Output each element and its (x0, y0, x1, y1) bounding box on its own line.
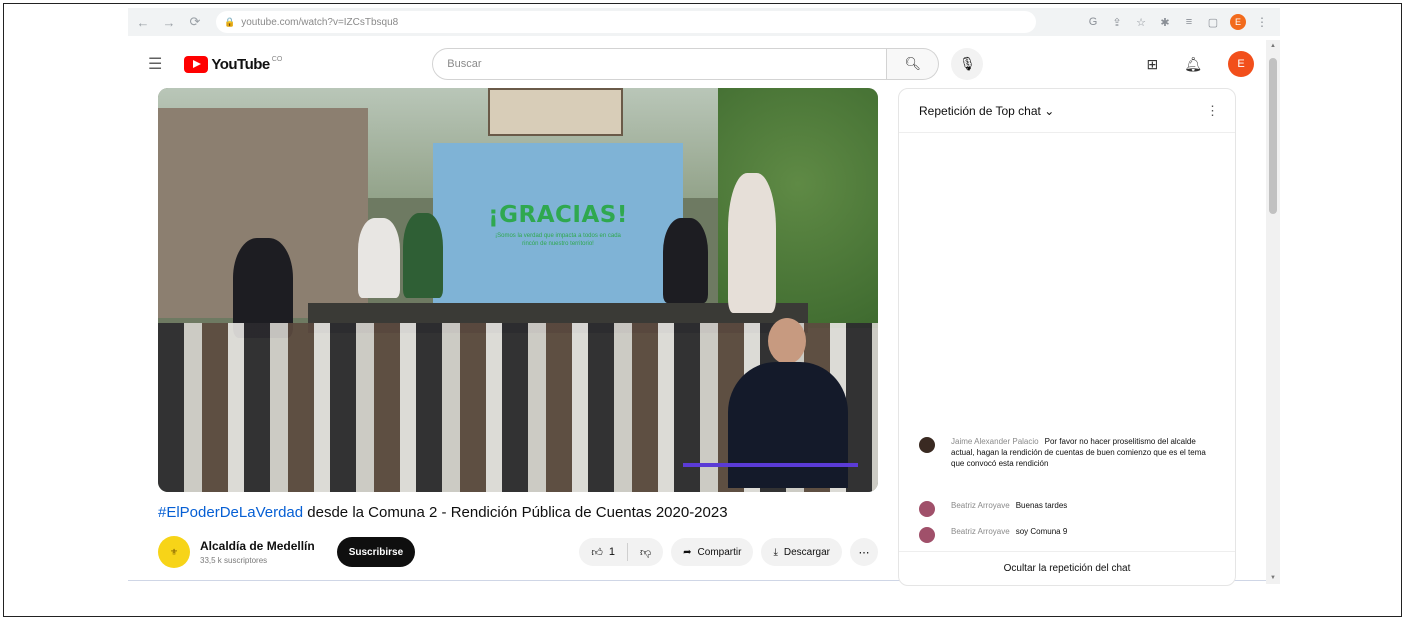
channel-avatar[interactable]: ⚜ (158, 536, 190, 568)
back-icon[interactable]: ← (132, 11, 154, 33)
google-lens-icon[interactable]: G (1086, 16, 1100, 28)
share-label: Compartir (697, 546, 742, 558)
share-arrow-icon: ➦ (683, 546, 692, 558)
like-count: 1 (608, 546, 615, 558)
chevron-down-icon: ⌄ (1044, 103, 1055, 118)
download-button[interactable]: ⤓ Descargar (761, 538, 842, 566)
header-actions: ⊞ 🔔︎ E (1146, 51, 1266, 77)
chat-message-text: Beatriz Arroyave soy Comuna 9 (951, 527, 1067, 538)
page-scrollbar[interactable]: ▲ ▼ (1266, 40, 1280, 584)
browser-toolbar: ← → ⟳ 🔒 youtube.com/watch?v=IZCsTbsqu8 G… (128, 8, 1280, 36)
basketball-backboard (488, 88, 623, 136)
country-code: CO (271, 55, 283, 63)
chat-menu-icon[interactable]: ⋮ (1206, 103, 1219, 119)
more-actions-button[interactable]: ⋯ (850, 538, 878, 566)
thumbs-down-icon: 👎︎ (639, 546, 652, 559)
search-icon: 🔍︎ (904, 56, 922, 71)
chat-author-name[interactable]: Beatriz Arroyave (951, 527, 1010, 536)
chat-mode-dropdown[interactable]: Repetición de Top chat ⌄ (919, 104, 1054, 118)
hide-chat-replay-button[interactable]: Ocultar la repetición del chat (899, 551, 1235, 585)
browser-menu-icon[interactable]: ⋮ (1256, 15, 1268, 29)
url-text: youtube.com/watch?v=IZCsTbsqu8 (241, 16, 399, 28)
chat-author-avatar[interactable] (919, 527, 935, 543)
channel-name[interactable]: Alcaldía de Medellín (200, 539, 315, 553)
browser-extensions: G ⇪ ☆ ✱ ≡ ▢ E ⋮ (1086, 14, 1280, 30)
reading-list-icon[interactable]: ≡ (1182, 16, 1196, 28)
extension-puzzle-icon[interactable]: ✱ (1158, 16, 1172, 29)
search-bar: Buscar 🔍︎ 🎙︎ (432, 48, 984, 80)
seated-panelist (358, 218, 400, 298)
chat-message-body: soy Comuna 9 (1015, 527, 1068, 536)
scrollbar-thumb[interactable] (1269, 58, 1277, 214)
account-avatar[interactable]: E (1228, 51, 1254, 77)
side-panel-icon[interactable]: ▢ (1206, 16, 1220, 29)
chat-author-name[interactable]: Beatriz Arroyave (951, 501, 1010, 510)
screen-title: ¡GRACIAS! (488, 202, 628, 229)
download-icon: ⤓ (773, 546, 778, 558)
subscribe-button[interactable]: Suscribirse (336, 537, 416, 567)
seated-panelist (663, 218, 708, 303)
chat-message: Beatriz Arroyave Buenas tardes (919, 501, 1209, 517)
chat-author-avatar[interactable] (919, 501, 935, 517)
chat-message-text: Beatriz Arroyave Buenas tardes (951, 501, 1067, 512)
chat-message-body: Buenas tardes (1015, 501, 1068, 510)
lock-icon: 🔒 (224, 16, 236, 27)
video-player[interactable]: ¡GRACIAS! ¡Somos la verdad que impacta a… (158, 88, 878, 492)
microphone-icon: 🎙︎ (959, 56, 976, 71)
voice-search-button[interactable]: 🎙︎ (951, 48, 984, 80)
interpreter-bar (683, 463, 858, 467)
chat-message: Jaime Alexander Palacio Por favor no hace… (919, 437, 1209, 469)
channel-info: Alcaldía de Medellín 33,5 k suscriptores (200, 539, 315, 565)
scroll-up-icon[interactable]: ▲ (1270, 43, 1276, 49)
notifications-bell-icon[interactable]: 🔔︎ (1184, 56, 1202, 73)
more-horizontal-icon: ⋯ (858, 546, 870, 559)
address-bar[interactable]: 🔒 youtube.com/watch?v=IZCsTbsqu8 (216, 11, 1036, 33)
youtube-header: ☰ YouTube CO Buscar 🔍︎ 🎙︎ ⊞ 🔔︎ E (128, 40, 1266, 88)
chat-author-avatar[interactable] (919, 437, 935, 453)
browser-profile-avatar[interactable]: E (1230, 14, 1246, 30)
speaker-at-podium (728, 173, 776, 313)
live-chat-panel: Repetición de Top chat ⌄ ⋮ Jaime Alexand… (898, 88, 1236, 586)
youtube-play-icon (184, 55, 209, 73)
video-title: #ElPoderDeLaVerdad desde la Comuna 2 - R… (158, 504, 728, 521)
create-video-icon[interactable]: ⊞ (1146, 56, 1158, 73)
projection-screen: ¡GRACIAS! ¡Somos la verdad que impacta a… (433, 143, 683, 308)
youtube-wordmark: YouTube (211, 55, 270, 73)
chat-author-name[interactable]: Jaime Alexander Palacio (951, 437, 1039, 446)
seated-panelist (403, 213, 443, 298)
chat-header: Repetición de Top chat ⌄ ⋮ (899, 89, 1235, 133)
video-actions: 👍︎ 1 👎︎ ➦ Compartir ⤓ Descargar ⋯ (579, 538, 878, 566)
search-button[interactable]: 🔍︎ (887, 48, 940, 80)
screen-subtitle: ¡Somos la verdad que impacta a todos en … (495, 233, 621, 247)
hamburger-menu-icon[interactable]: ☰ (148, 54, 162, 74)
like-dislike-group: 👍︎ 1 👎︎ (579, 538, 664, 566)
share-icon[interactable]: ⇪ (1110, 16, 1124, 29)
title-hashtag-link[interactable]: #ElPoderDeLaVerdad (158, 504, 303, 521)
bookmark-star-icon[interactable]: ☆ (1134, 16, 1148, 29)
share-button[interactable]: ➦ Compartir (671, 538, 754, 566)
reload-icon[interactable]: ⟳ (184, 11, 206, 33)
dislike-button[interactable]: 👎︎ (628, 538, 663, 566)
chat-message: Beatriz Arroyave soy Comuna 9 (919, 527, 1209, 543)
download-label: Descargar (783, 546, 830, 558)
subscriber-count: 33,5 k suscriptores (200, 556, 268, 565)
title-text: desde la Comuna 2 - Rendición Pública de… (303, 504, 728, 521)
forward-icon[interactable]: → (158, 11, 180, 33)
youtube-logo[interactable]: YouTube CO (184, 55, 283, 73)
like-button[interactable]: 👍︎ 1 (579, 538, 627, 566)
channel-row: ⚜ Alcaldía de Medellín 33,5 k suscriptor… (158, 532, 878, 572)
scroll-down-icon[interactable]: ▼ (1270, 575, 1276, 581)
chat-message-text: Jaime Alexander Palacio Por favor no hace… (951, 437, 1209, 469)
search-input[interactable]: Buscar (432, 48, 888, 80)
thumbs-up-icon: 👍︎ (591, 546, 603, 559)
